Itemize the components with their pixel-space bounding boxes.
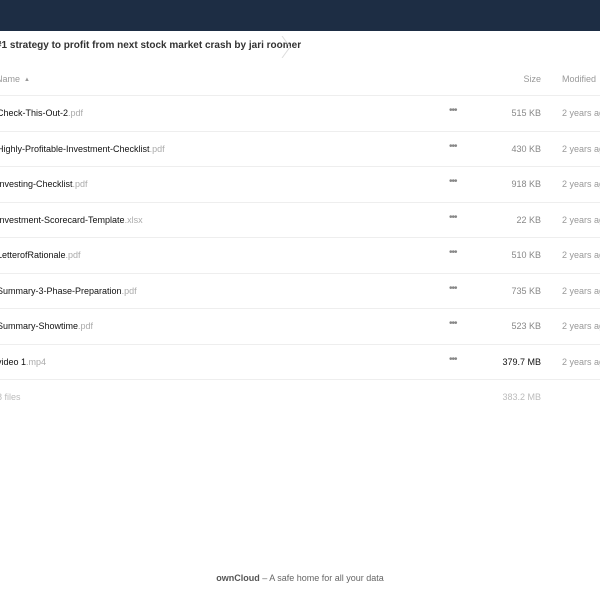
file-size: 515 KB xyxy=(511,108,541,118)
file-size: 22 KB xyxy=(516,214,541,225)
breadcrumb: #1 strategy to profit from next stock ma… xyxy=(0,31,600,64)
more-actions-icon[interactable]: ••• xyxy=(449,283,457,294)
more-actions-icon[interactable]: ••• xyxy=(449,354,457,365)
file-extension: .pdf xyxy=(121,285,137,296)
file-summary-row: 8 files 383.2 MB xyxy=(0,380,600,418)
file-name-link[interactable]: Investing-Checklist.pdf xyxy=(0,179,88,189)
file-extension: .pdf xyxy=(68,108,84,118)
file-extension: .pdf xyxy=(65,250,81,260)
file-row[interactable]: Highly-Profitable-Investment-Checklist.p… xyxy=(0,132,600,167)
file-modified: 2 years ago xyxy=(562,108,600,118)
file-size: 510 KB xyxy=(511,250,541,260)
file-name-link[interactable]: Check-This-Out-2.pdf xyxy=(0,108,83,118)
breadcrumb-separator-icon xyxy=(281,36,291,58)
table-header: Name▲ Size Modified xyxy=(0,64,600,96)
file-size: 918 KB xyxy=(511,179,541,189)
file-table: Name▲ Size Modified Check-This-Out-2.pdf… xyxy=(0,64,600,418)
file-modified: 2 years ago xyxy=(562,179,600,189)
file-row[interactable]: Investing-Checklist.pdf ••• 918 KB 2 yea… xyxy=(0,167,600,203)
more-actions-icon[interactable]: ••• xyxy=(449,212,457,223)
file-modified: 2 years ago xyxy=(562,321,600,331)
file-count: 8 files xyxy=(0,392,21,402)
app-header xyxy=(0,0,600,31)
file-name-link[interactable]: Summary-3-Phase-Preparation.pdf xyxy=(0,286,137,296)
column-size-header[interactable]: Size xyxy=(523,74,541,84)
file-extension: .xlsx xyxy=(124,214,143,225)
file-name-link[interactable]: Highly-Profitable-Investment-Checklist.p… xyxy=(0,144,165,154)
file-extension: .mp4 xyxy=(26,356,47,367)
more-actions-icon[interactable]: ••• xyxy=(449,318,457,329)
file-row[interactable]: Investment-Scorecard-Template.xlsx ••• 2… xyxy=(0,203,600,238)
file-row[interactable]: Check-This-Out-2.pdf ••• 515 KB 2 years … xyxy=(0,96,600,132)
file-basename: video 1 xyxy=(0,356,27,367)
file-basename: Highly-Profitable-Investment-Checklist xyxy=(0,143,150,154)
column-name-header[interactable]: Name▲ xyxy=(0,74,30,84)
file-name-link[interactable]: video 1.mp4 xyxy=(0,357,46,367)
file-row[interactable]: LetterofRationale.pdf ••• 510 KB 2 years… xyxy=(0,238,600,274)
more-actions-icon[interactable]: ••• xyxy=(449,105,457,116)
file-basename: LetterofRationale xyxy=(0,250,66,260)
file-name-link[interactable]: Investment-Scorecard-Template.xlsx xyxy=(0,215,143,225)
footer-tagline: – A safe home for all your data xyxy=(259,573,384,583)
file-basename: Investing-Checklist xyxy=(0,179,73,189)
file-name-link[interactable]: Summary-Showtime.pdf xyxy=(0,321,93,331)
file-row[interactable]: Summary-Showtime.pdf ••• 523 KB 2 years … xyxy=(0,309,600,345)
more-actions-icon[interactable]: ••• xyxy=(449,141,457,152)
file-size: 430 KB xyxy=(511,143,541,154)
file-extension: .pdf xyxy=(149,143,165,154)
file-size: 379.7 MB xyxy=(502,356,541,367)
file-basename: Check-This-Out-2 xyxy=(0,108,69,118)
footer-brand[interactable]: ownCloud xyxy=(216,573,260,583)
file-modified: 2 years ago xyxy=(562,214,600,225)
file-basename: Summary-3-Phase-Preparation xyxy=(0,285,122,296)
breadcrumb-current-folder[interactable]: #1 strategy to profit from next stock ma… xyxy=(0,40,301,51)
file-modified: 2 years ago xyxy=(562,285,600,296)
file-name-link[interactable]: LetterofRationale.pdf xyxy=(0,250,81,260)
file-size: 523 KB xyxy=(511,321,541,331)
more-actions-icon[interactable]: ••• xyxy=(449,176,457,187)
file-extension: .pdf xyxy=(72,179,88,189)
sort-ascending-icon: ▲ xyxy=(24,77,30,83)
file-row[interactable]: Summary-3-Phase-Preparation.pdf ••• 735 … xyxy=(0,274,600,309)
more-actions-icon[interactable]: ••• xyxy=(449,247,457,258)
file-basename: Investment-Scorecard-Template xyxy=(0,214,125,225)
file-modified: 2 years ago xyxy=(562,143,600,154)
column-modified-header[interactable]: Modified xyxy=(562,74,596,84)
file-size: 735 KB xyxy=(511,285,541,296)
footer: ownCloud – A safe home for all your data xyxy=(0,573,600,583)
file-modified: 2 years ago xyxy=(562,250,600,260)
file-row[interactable]: video 1.mp4 ••• 379.7 MB 2 years ago xyxy=(0,345,600,380)
file-basename: Summary-Showtime xyxy=(0,321,79,331)
file-extension: .pdf xyxy=(78,321,94,331)
file-modified: 2 years ago xyxy=(562,356,600,367)
total-size: 383.2 MB xyxy=(502,392,541,402)
